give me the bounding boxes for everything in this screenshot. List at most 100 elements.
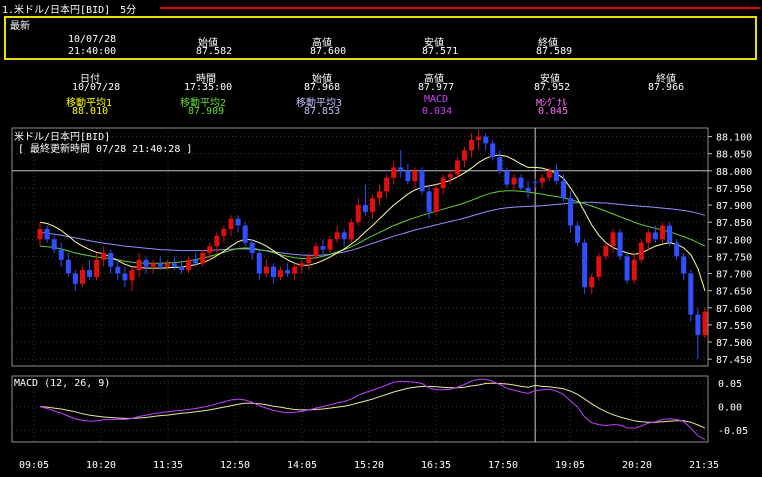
price-tick-label: 87.950 [716,184,752,195]
candle-body [242,225,248,243]
price-tick-label: 87.900 [716,201,752,212]
time-tick-label: 19:05 [555,460,585,471]
candle-body [157,263,163,267]
candle-body [207,246,213,253]
candle-body [299,263,305,267]
latest-open: 87.582 [196,46,233,57]
candle-body [624,256,630,281]
candle-body [525,187,531,192]
candle-body [228,218,234,229]
candle-body [263,266,269,274]
candle-body [652,232,658,240]
candle-body [87,270,92,277]
candle-body [575,225,581,243]
candle-body [51,239,57,250]
candle-body [638,242,644,260]
candle-body [306,256,312,264]
latest-close: 87.589 [536,46,573,57]
candle-body [249,242,255,253]
candle-body [37,229,43,240]
macd-tick-label: -0.05 [718,426,748,437]
candle-body [278,270,283,277]
price-tick-label: 87.600 [716,304,752,315]
candle-body [688,273,694,315]
candle-body [504,170,510,185]
candle-body [341,232,347,240]
candle-body [667,225,673,243]
candle-body [44,229,50,240]
latest-low: 87.571 [422,46,459,57]
candle-body [150,263,156,267]
macd-tick-label: 0.05 [718,379,742,390]
price-tick-label: 87.550 [716,321,752,332]
candle-body [129,270,135,281]
macd-tick-label: 0.00 [718,403,742,414]
latest-date: 10/07/28 [68,34,117,45]
chart-area[interactable]: 88.100 88.050 88.000 87.950 87.900 87.850 87.8… [0,124,762,477]
candle-body [348,222,354,240]
time-tick-label: 09:05 [19,460,49,471]
candle-body [483,136,489,144]
candle-body [461,150,467,161]
candle-body [532,181,538,183]
time-tick-label: 17:50 [488,460,518,471]
candle-body [603,246,609,257]
candle-body [398,167,404,171]
candle-body [596,256,602,277]
candle-body [511,177,517,185]
macd-value: 0.034 [422,106,453,117]
candle-body [518,177,524,188]
price-tick-label: 87.500 [716,338,752,349]
candle-body [122,273,128,281]
candle-body [617,232,623,257]
candle-body [695,314,701,336]
candle-body [108,253,114,267]
candle-body [631,259,637,281]
candle-body [377,191,383,199]
cursor-time: 17:35:00 [184,82,233,93]
candle-body [447,174,453,178]
latest-quote-panel [4,16,757,60]
candle-body [179,266,184,271]
candle-body [681,256,687,274]
latest-label: 最新 [10,21,30,32]
title-bar: 1.米ドル/日本円[BID] 5分 [0,0,762,16]
cursor-close: 87.966 [648,82,685,93]
candle-body [539,177,545,183]
latest-high: 87.600 [310,46,347,57]
candle-body [610,232,616,247]
candle-body [553,170,559,182]
candle-body [72,273,78,284]
time-tick-label: 14:05 [287,460,317,471]
cursor-high: 87.977 [418,82,455,93]
macd-title: MACD (12, 26, 9) [14,378,110,389]
candle-body [221,229,227,236]
candle-body [214,235,220,247]
candle-body [561,181,566,199]
price-tick-label: 87.650 [716,287,752,298]
candle-body [58,249,64,260]
ma2-value: 87.909 [188,106,225,117]
ma3-value: 87.853 [304,106,341,117]
ma1-value: 88.010 [72,106,109,117]
candle-body [143,259,149,267]
candle-body [292,266,298,274]
time-tick-label: 10:20 [86,460,116,471]
time-tick-label: 12:50 [220,460,250,471]
time-tick-label: 15:20 [354,460,384,471]
candle-body [391,167,397,178]
candle-body [476,136,482,140]
candle-body [193,259,199,264]
candle-body [164,263,170,267]
price-tick-label: 87.750 [716,252,752,263]
candle-body [433,187,439,212]
candle-body [94,259,100,277]
signal-value: 0.045 [538,106,569,117]
candle-body [271,266,276,277]
candle-body [327,239,333,250]
latest-time: 21:40:00 [68,46,117,57]
candle-body [355,205,361,223]
candle-body [490,143,496,158]
candle-body [405,170,411,182]
candle-body [136,259,142,271]
